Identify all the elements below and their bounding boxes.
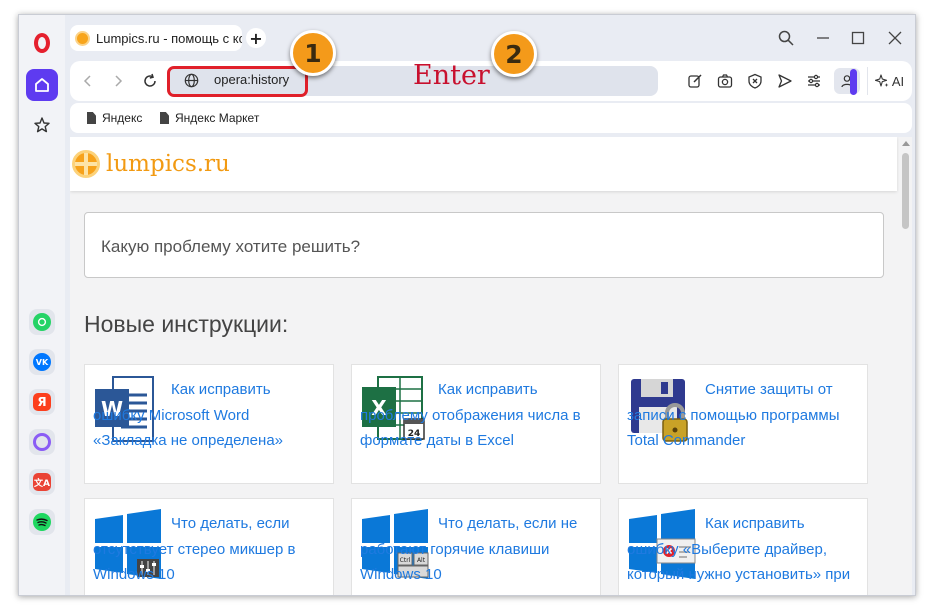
sparkle-icon (874, 74, 889, 87)
translate-icon: 文A (33, 473, 51, 491)
lumpics-favicon-icon (75, 30, 90, 46)
article-card[interactable]: X 24 Как исправить проблему отображения … (351, 364, 601, 484)
enter-annotation: Enter (413, 60, 490, 91)
page-icon (160, 112, 169, 124)
alice-button[interactable] (29, 429, 55, 455)
toolbar: opera:history AI (70, 61, 912, 101)
section-title: Новые инструкции: (84, 311, 289, 337)
alice-icon (33, 433, 51, 451)
maximize-button[interactable] (847, 27, 869, 49)
site-header: lumpics.ru (70, 137, 897, 191)
article-title: Снятие защиты от записи с помощью програ… (627, 381, 840, 449)
reload-button[interactable] (140, 71, 160, 91)
lumpics-logo-icon[interactable] (72, 150, 100, 178)
easy-setup-icon[interactable] (806, 73, 822, 89)
whatsapp-button[interactable] (29, 309, 55, 335)
page-scrollbar[interactable] (899, 137, 912, 595)
web-page: lumpics.ru Какую проблему хотите решить?… (70, 137, 912, 595)
scrollbar-thumb[interactable] (902, 153, 909, 229)
scroll-up-icon[interactable] (902, 141, 910, 146)
article-title: Как исправить ошибку Microsoft Word «Зак… (93, 381, 283, 449)
speed-dial-button[interactable] (26, 69, 58, 101)
search-placeholder: Какую проблему хотите решить? (101, 237, 361, 256)
camera-icon[interactable] (717, 73, 733, 89)
close-button[interactable] (884, 27, 906, 49)
site-search-input[interactable]: Какую проблему хотите решить? (84, 212, 884, 278)
star-icon (34, 117, 50, 133)
ad-block-icon[interactable] (747, 73, 763, 89)
tab-title: Lumpics.ru - помощь с ко (96, 30, 242, 46)
article-card[interactable]: Снятие защиты от записи с помощью програ… (618, 364, 868, 484)
yandex-icon: Я (33, 393, 51, 411)
step-badge-1: 1 (290, 30, 336, 76)
browser-window: VK Я 文A Lumpics.ru - помощь с ко + opera (18, 14, 916, 596)
whatsapp-icon (33, 313, 51, 331)
bookmark-label: Яндекс (102, 111, 143, 125)
plus-icon: + (249, 28, 263, 48)
article-title: Как исправить ошибку «Выберите драйвер, … (627, 515, 851, 583)
back-button[interactable] (78, 71, 98, 91)
ai-button-label: AI (891, 73, 905, 89)
spotify-icon (33, 513, 51, 531)
bookmarks-button[interactable] (26, 109, 58, 141)
forward-icon (115, 75, 123, 87)
article-title: Что делать, если отсутствует стерео микш… (93, 515, 296, 583)
sidebar: VK Я 文A (19, 15, 65, 595)
translate-button[interactable]: 文A (29, 469, 55, 495)
aria-ai-button[interactable]: AI (867, 67, 911, 95)
forward-button[interactable] (108, 71, 128, 91)
minimize-icon (817, 37, 829, 39)
maximize-icon (851, 31, 865, 45)
article-card[interactable]: Что делать, если отсутствует стерео микш… (84, 498, 334, 595)
minimize-button[interactable] (812, 27, 834, 49)
reload-icon (144, 73, 156, 87)
article-card[interactable]: Ctrl Alt Что делать, если не работают го… (351, 498, 601, 595)
opera-accent-bar (850, 69, 857, 95)
search-tabs-button[interactable] (775, 27, 797, 49)
yandex-button[interactable]: Я (29, 389, 55, 415)
bookmark-yandex[interactable]: Яндекс (87, 111, 142, 125)
edit-icon[interactable] (687, 73, 703, 89)
vk-icon: VK (33, 353, 51, 371)
article-card[interactable]: W Как исправить ошибку Microsoft Word «З… (84, 364, 334, 484)
opera-menu-button[interactable] (26, 27, 58, 59)
home-icon (35, 78, 49, 92)
send-icon[interactable] (777, 73, 793, 89)
page-icon (87, 112, 96, 124)
bookmark-label: Яндекс Маркет (175, 111, 260, 125)
vk-button[interactable]: VK (29, 349, 55, 375)
search-icon (778, 30, 794, 46)
article-card[interactable]: Как исправить ошибку «Выберите драйвер, … (618, 498, 868, 595)
site-name[interactable]: lumpics.ru (106, 151, 230, 177)
article-title: Как исправить проблему отображения числа… (360, 381, 581, 449)
step-badge-2: 2 (491, 31, 537, 77)
opera-logo-icon (34, 33, 50, 53)
close-icon (888, 31, 902, 45)
tab-lumpics[interactable]: Lumpics.ru - помощь с ко (70, 25, 242, 51)
bookmarks-bar: Яндекс Яндекс Маркет (70, 103, 912, 133)
bookmark-yandex-market[interactable]: Яндекс Маркет (160, 111, 259, 125)
back-icon (83, 75, 91, 87)
article-title: Что делать, если не работают горячие кла… (360, 515, 578, 583)
spotify-button[interactable] (29, 509, 55, 535)
address-highlight-frame (167, 66, 308, 97)
new-tab-button[interactable]: + (246, 28, 266, 48)
